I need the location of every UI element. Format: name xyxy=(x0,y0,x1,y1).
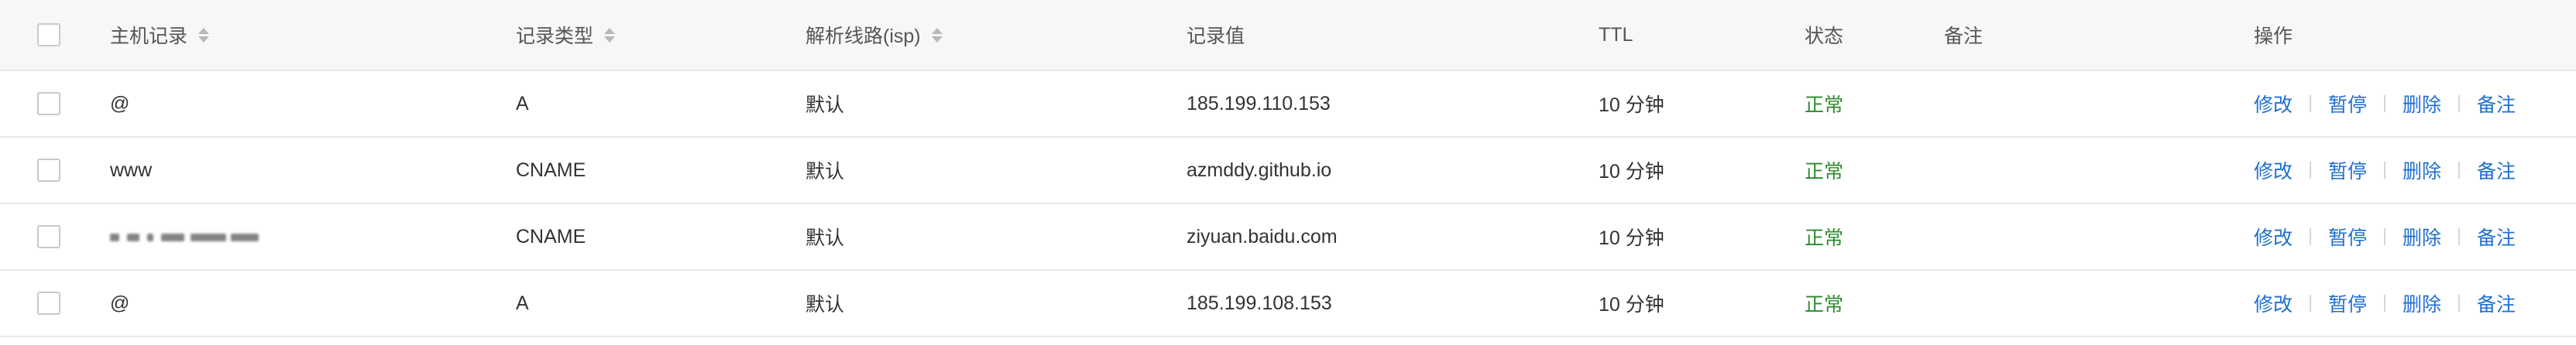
header-ttl: TTL xyxy=(1599,23,1633,46)
divider xyxy=(2310,228,2312,245)
select-all-cell xyxy=(37,0,60,70)
header-host[interactable]: 主机记录 xyxy=(110,0,210,70)
note-link[interactable]: 备注 xyxy=(2477,90,2516,118)
header-host-label: 主机记录 xyxy=(110,26,188,47)
actions-cell: 修改 暂停 删除 备注 xyxy=(2254,271,2516,336)
divider xyxy=(2384,228,2386,245)
header-type-label: 记录类型 xyxy=(516,26,594,47)
header-value: 记录值 xyxy=(1187,26,1245,47)
redacted-host-text xyxy=(110,227,273,246)
divider xyxy=(2310,95,2312,112)
header-status: 状态 xyxy=(1805,26,1844,47)
header-line-label: 解析线路(isp) xyxy=(805,26,921,47)
status-cell: 正常 xyxy=(1805,94,1844,116)
delete-link[interactable]: 删除 xyxy=(2403,156,2441,184)
line-cell: 默认 xyxy=(805,227,845,249)
divider xyxy=(2458,295,2461,312)
divider xyxy=(2384,295,2386,312)
pause-link[interactable]: 暂停 xyxy=(2328,223,2367,251)
type-cell: A xyxy=(516,292,529,314)
header-type[interactable]: 记录类型 xyxy=(516,0,616,70)
host-cell: @ xyxy=(110,92,130,114)
ttl-cell: 10 分钟 xyxy=(1599,94,1664,116)
sort-icon[interactable] xyxy=(604,27,616,43)
value-cell: ziyuan.baidu.com xyxy=(1187,225,1338,248)
host-cell-redacted xyxy=(110,204,273,269)
table-row: www CNAME 默认 azmddy.github.io 10 分钟 正常 修… xyxy=(0,138,2576,204)
divider xyxy=(2310,162,2312,179)
host-cell: @ xyxy=(110,292,130,314)
table-row: CNAME 默认 ziyuan.baidu.com 10 分钟 正常 修改 暂停… xyxy=(0,204,2576,271)
ttl-cell: 10 分钟 xyxy=(1599,294,1664,316)
row-checkbox[interactable] xyxy=(37,159,60,182)
edit-link[interactable]: 修改 xyxy=(2254,223,2293,251)
sort-icon[interactable] xyxy=(198,27,210,43)
delete-link[interactable]: 删除 xyxy=(2403,90,2441,118)
actions-cell: 修改 暂停 删除 备注 xyxy=(2254,138,2516,203)
value-cell: 185.199.108.153 xyxy=(1187,292,1332,314)
note-link[interactable]: 备注 xyxy=(2477,223,2516,251)
divider xyxy=(2310,295,2312,312)
actions-cell: 修改 暂停 删除 备注 xyxy=(2254,204,2516,269)
status-cell: 正常 xyxy=(1805,161,1844,183)
value-cell: 185.199.110.153 xyxy=(1187,92,1331,114)
actions-cell: 修改 暂停 删除 备注 xyxy=(2254,71,2516,136)
type-cell: CNAME xyxy=(516,225,586,248)
value-cell: azmddy.github.io xyxy=(1187,159,1332,181)
ttl-cell: 10 分钟 xyxy=(1599,161,1664,183)
edit-link[interactable]: 修改 xyxy=(2254,289,2293,317)
pause-link[interactable]: 暂停 xyxy=(2328,156,2367,184)
row-checkbox[interactable] xyxy=(37,92,60,115)
row-select-cell xyxy=(37,138,60,203)
dns-records-table: 主机记录 记录类型 解析线路(isp) 记录值 TTL 状态 备注 操作 @ A… xyxy=(0,0,2576,345)
header-line[interactable]: 解析线路(isp) xyxy=(805,0,943,70)
table-header: 主机记录 记录类型 解析线路(isp) 记录值 TTL 状态 备注 操作 xyxy=(0,0,2576,71)
delete-link[interactable]: 删除 xyxy=(2403,289,2441,317)
sort-icon[interactable] xyxy=(931,27,943,43)
table-row: @ A 默认 185.199.110.153 10 分钟 正常 修改 暂停 删除… xyxy=(0,71,2576,138)
host-cell: www xyxy=(110,159,153,181)
status-cell: 正常 xyxy=(1805,294,1844,316)
header-note: 备注 xyxy=(1944,26,1984,47)
ttl-cell: 10 分钟 xyxy=(1599,227,1664,249)
pause-link[interactable]: 暂停 xyxy=(2328,289,2367,317)
edit-link[interactable]: 修改 xyxy=(2254,90,2293,118)
note-link[interactable]: 备注 xyxy=(2477,289,2516,317)
status-cell: 正常 xyxy=(1805,227,1844,249)
divider xyxy=(2384,95,2386,112)
type-cell: CNAME xyxy=(516,159,586,181)
note-link[interactable]: 备注 xyxy=(2477,156,2516,184)
divider xyxy=(2458,228,2461,245)
line-cell: 默认 xyxy=(805,94,845,116)
divider xyxy=(2458,162,2461,179)
pause-link[interactable]: 暂停 xyxy=(2328,90,2367,118)
line-cell: 默认 xyxy=(805,161,845,183)
header-ops: 操作 xyxy=(2254,26,2293,47)
line-cell: 默认 xyxy=(805,294,845,316)
edit-link[interactable]: 修改 xyxy=(2254,156,2293,184)
row-select-cell xyxy=(37,204,60,269)
divider xyxy=(2458,95,2461,112)
type-cell: A xyxy=(516,92,529,114)
table-row: @ A 默认 185.199.108.153 10 分钟 正常 修改 暂停 删除… xyxy=(0,271,2576,337)
select-all-checkbox[interactable] xyxy=(37,23,60,46)
row-select-cell xyxy=(37,271,60,336)
row-checkbox[interactable] xyxy=(37,225,60,248)
divider xyxy=(2384,162,2386,179)
row-checkbox[interactable] xyxy=(37,292,60,315)
row-select-cell xyxy=(37,71,60,136)
delete-link[interactable]: 删除 xyxy=(2403,223,2441,251)
